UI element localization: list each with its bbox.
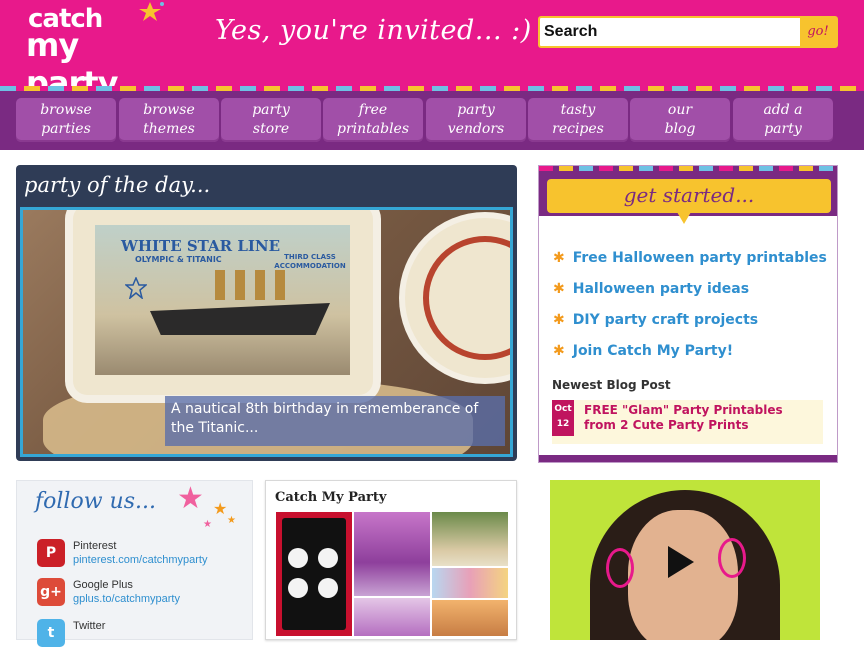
cookie-ring — [423, 236, 510, 360]
nav-party-store[interactable]: party store — [221, 98, 321, 142]
link-join[interactable]: ✱ Join Catch My Party! — [553, 343, 833, 359]
panel-footer-bar — [539, 455, 837, 462]
social-name: Twitter — [73, 620, 106, 632]
nav-tasty-recipes[interactable]: tasty recipes — [528, 98, 628, 142]
tagline: Yes, you're invited... :) — [215, 15, 532, 46]
pinterest-icon: P — [37, 539, 65, 567]
pin-thumbnail[interactable] — [432, 512, 508, 566]
search-box: go! — [538, 16, 838, 48]
banner-pointer — [677, 212, 691, 224]
pin-thumbnail[interactable] — [432, 568, 508, 598]
search-go-button[interactable]: go! — [800, 18, 836, 46]
follow-us-panel: follow us... ★ ★ ★ ★ P Pinterest pintere… — [16, 480, 253, 647]
flower-bullet-icon: ✱ — [553, 281, 565, 297]
star-decoration-icon: ★ — [203, 519, 212, 530]
party-of-the-day: party of the day... WHITE STAR LINE OLYM… — [16, 165, 517, 461]
decorative-dashes — [539, 166, 837, 171]
ship-funnel — [235, 270, 245, 300]
google-plus-icon: g+ — [37, 578, 65, 606]
ad-earring — [718, 538, 746, 578]
flower-bullet-icon: ✱ — [553, 343, 565, 359]
follow-us-title: follow us... — [35, 489, 156, 514]
nav-free-printables[interactable]: free printables — [323, 98, 423, 142]
social-url[interactable]: gplus.to/catchmyparty — [73, 593, 180, 605]
social-name: Google Plus — [73, 579, 133, 591]
nav-browse-themes[interactable]: browse themes — [119, 98, 219, 142]
main-nav: browse parties browse themes party store fr… — [0, 91, 864, 150]
pin-thumbnail[interactable] — [354, 512, 430, 596]
star-decoration-icon: ★ — [227, 515, 236, 526]
titanic-cookie: WHITE STAR LINE OLYMPIC & TITANIC THIRD … — [73, 210, 373, 395]
social-pinterest[interactable]: P Pinterest pinterest.com/catchmyparty — [37, 539, 247, 571]
pinterest-widget: Catch My Party — [265, 480, 517, 640]
social-name: Pinterest — [73, 540, 117, 552]
ship-funnel — [275, 270, 285, 300]
newest-blog-label: Newest Blog Post — [552, 378, 671, 392]
site-logo[interactable]: catch my party — [18, 0, 168, 102]
nav-browse-parties[interactable]: browse parties — [16, 98, 116, 142]
pin-thumbnail[interactable] — [354, 598, 430, 636]
social-url[interactable]: pinterest.com/catchmyparty — [73, 554, 208, 566]
link-diy-craft-projects[interactable]: ✱ DIY party craft projects — [553, 312, 833, 328]
get-started-title: get started... — [547, 179, 831, 213]
star-decoration-icon: ★ — [177, 481, 204, 516]
round-cookie — [405, 218, 510, 378]
nav-our-blog[interactable]: our blog — [630, 98, 730, 142]
potd-image[interactable]: WHITE STAR LINE OLYMPIC & TITANIC THIRD … — [20, 207, 513, 457]
link-halloween-printables[interactable]: ✱ Free Halloween party printables — [553, 250, 833, 266]
widget-title: Catch My Party — [275, 490, 387, 505]
cookie-third-class: THIRD CLASS ACCOMMODATION — [274, 253, 346, 270]
video-ad[interactable] — [550, 480, 820, 640]
ship-funnel — [215, 270, 225, 300]
get-started-panel: get started... ✱ Free Halloween party pri… — [538, 165, 838, 463]
nav-add-a-party[interactable]: add a party — [733, 98, 833, 142]
ship-funnel — [255, 270, 265, 300]
newest-blog-post[interactable]: Oct 12 FREE "Glam" Party Printables from… — [552, 400, 823, 444]
get-started-header: get started... — [539, 166, 837, 224]
logo-sparkle-icon — [139, 2, 164, 21]
ad-earring — [606, 548, 634, 588]
pin-thumbnail[interactable] — [432, 600, 508, 636]
social-twitter[interactable]: t Twitter — [37, 619, 247, 651]
twitter-icon: t — [37, 619, 65, 647]
star-icon — [125, 277, 147, 299]
play-icon[interactable] — [668, 546, 694, 578]
potd-caption[interactable]: A nautical 8th birthday in rememberance … — [165, 396, 505, 446]
social-google-plus[interactable]: g+ Google Plus gplus.to/catchmyparty — [37, 578, 247, 610]
cookie-white-star-line: WHITE STAR LINE — [121, 237, 281, 255]
flower-bullet-icon: ✱ — [553, 312, 565, 328]
pin-thumbnail[interactable] — [276, 512, 352, 636]
ship-scene: WHITE STAR LINE OLYMPIC & TITANIC THIRD … — [95, 225, 350, 375]
link-halloween-ideas[interactable]: ✱ Halloween party ideas — [553, 281, 833, 297]
site-header: catch my party Yes, you're invited... :)… — [0, 0, 864, 102]
cookie-olympic-titanic: OLYMPIC & TITANIC — [135, 255, 222, 264]
post-title-link[interactable]: FREE "Glam" Party Printables from 2 Cute… — [584, 403, 814, 433]
ship-hull — [150, 303, 330, 335]
flower-bullet-icon: ✱ — [553, 250, 565, 266]
star-decoration-icon: ★ — [213, 499, 228, 518]
nav-party-vendors[interactable]: party vendors — [426, 98, 526, 142]
search-input[interactable] — [544, 20, 798, 44]
potd-title: party of the day... — [24, 173, 211, 197]
post-date-badge: Oct 12 — [552, 400, 574, 436]
